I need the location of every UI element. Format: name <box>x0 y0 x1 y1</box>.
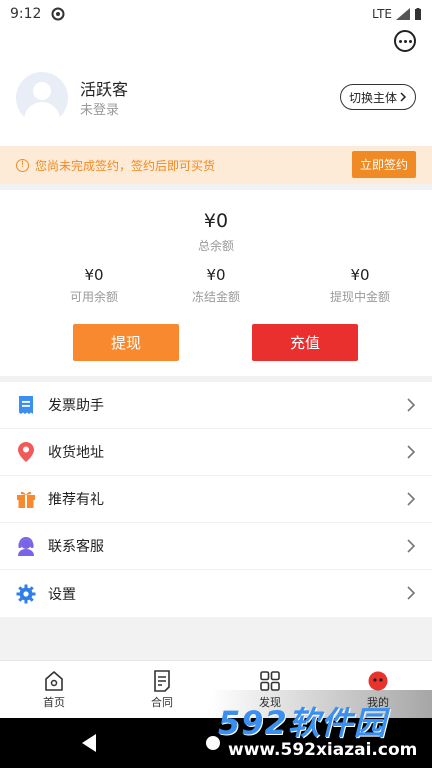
chevron-right-icon <box>407 586 416 600</box>
frozen-balance: ¥0 冻结金额 <box>156 266 276 305</box>
menu-list: 发票助手 收货地址 推荐有礼 联系客服 设置 <box>0 382 432 617</box>
withdrawing-balance: ¥0 提现中金额 <box>300 266 420 305</box>
switch-entity-button[interactable]: 切换主体 <box>339 84 416 110</box>
tab-contract[interactable]: 合同 <box>108 661 216 718</box>
top-bar <box>0 28 432 66</box>
total-balance-label: 总余额 <box>197 239 234 253</box>
available-balance: ¥0 可用余额 <box>34 266 154 305</box>
menu-item-customer-service[interactable]: 联系客服 <box>0 523 432 570</box>
balance-card: ¥0 总余额 ¥0 可用余额 ¥0 冻结金额 ¥0 提现中金额 提现 充值 <box>0 190 432 376</box>
chevron-right-icon <box>407 398 416 412</box>
home-icon <box>45 670 63 691</box>
tab-label: 首页 <box>43 695 65 709</box>
notice-text: 您尚未完成签约，签约后即可买货 <box>35 158 216 173</box>
menu-item-label: 推荐有礼 <box>48 492 104 508</box>
gift-icon <box>16 489 36 509</box>
menu-item-label: 收货地址 <box>48 445 104 461</box>
chevron-right-icon <box>407 539 416 553</box>
menu-item-label: 设置 <box>48 586 76 603</box>
status-bar: 9:12 LTE <box>0 0 432 28</box>
chevron-right-icon <box>407 445 416 459</box>
back-icon[interactable] <box>82 734 96 752</box>
status-time: 9:12 <box>10 6 42 22</box>
withdraw-button[interactable]: 提现 <box>73 324 179 361</box>
network-label: LTE <box>372 7 392 21</box>
menu-item-label: 联系客服 <box>48 539 104 555</box>
invoice-icon <box>16 395 36 415</box>
signing-notice: ! 您尚未完成签约，签约后即可买货 立即签约 <box>0 146 432 184</box>
available-balance-label: 可用余额 <box>69 290 118 304</box>
chevron-right-icon <box>400 92 407 102</box>
menu-item-label: 发票助手 <box>48 398 104 414</box>
avatar[interactable] <box>16 72 68 124</box>
watermark-url: www.592xiazai.com <box>228 740 418 760</box>
message-icon[interactable] <box>394 30 416 52</box>
battery-icon <box>415 7 421 20</box>
screen: 9:12 LTE 活跃客 未登录 切换主体 ! 您尚未完成签约，签约后即可买货 … <box>0 0 432 768</box>
profile-icon <box>368 671 388 690</box>
switch-entity-label: 切换主体 <box>348 90 397 105</box>
location-pin-icon <box>16 442 36 462</box>
withdrawing-balance-label: 提现中金额 <box>329 290 390 304</box>
menu-item-referral[interactable]: 推荐有礼 <box>0 476 432 523</box>
available-balance-amount: ¥0 <box>84 266 104 284</box>
warning-icon: ! <box>16 158 29 172</box>
gear-icon <box>16 584 36 604</box>
withdrawing-balance-amount: ¥0 <box>350 266 370 284</box>
grid-icon <box>260 670 280 691</box>
signal-icon <box>396 8 410 20</box>
tab-label: 合同 <box>151 695 173 709</box>
menu-item-settings[interactable]: 设置 <box>0 570 432 617</box>
watermark: 592软件园 www.592xiazai.com <box>210 690 432 768</box>
contract-icon <box>154 669 170 692</box>
tab-home[interactable]: 首页 <box>0 661 108 718</box>
menu-item-invoice[interactable]: 发票助手 <box>0 382 432 429</box>
frozen-balance-amount: ¥0 <box>206 266 226 284</box>
customer-service-icon <box>16 536 36 556</box>
login-status[interactable]: 未登录 <box>80 99 119 118</box>
frozen-balance-label: 冻结金额 <box>191 290 240 304</box>
sync-icon <box>51 7 65 21</box>
recharge-button[interactable]: 充值 <box>252 324 358 361</box>
menu-item-address[interactable]: 收货地址 <box>0 429 432 476</box>
sign-now-button[interactable]: 立即签约 <box>351 151 416 178</box>
total-balance-amount: ¥0 <box>203 210 229 232</box>
chevron-right-icon <box>407 492 416 506</box>
profile-header: 活跃客 未登录 切换主体 <box>0 66 432 146</box>
profile-name[interactable]: 活跃客 <box>80 76 128 100</box>
watermark-title: 592软件园 <box>218 704 387 742</box>
